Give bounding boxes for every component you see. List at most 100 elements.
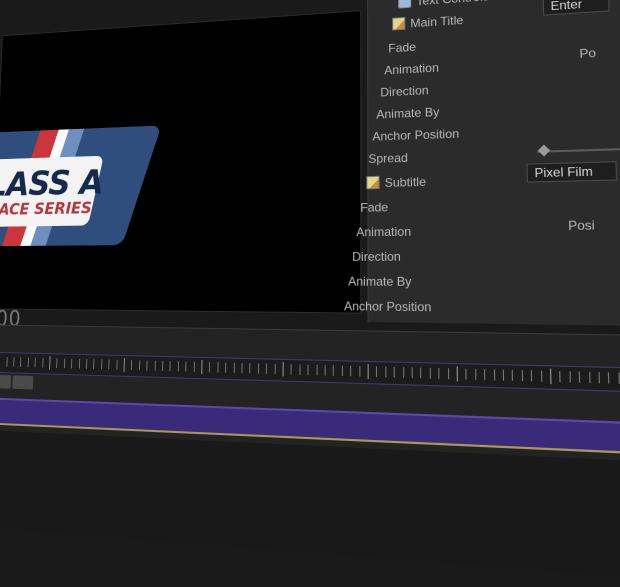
ruler-tick xyxy=(28,358,29,368)
ruler-tick xyxy=(503,370,504,381)
param-animation-sub: Animation xyxy=(356,224,411,239)
edit-icon xyxy=(366,176,379,189)
ruler-tick xyxy=(147,361,148,371)
ruler-tick xyxy=(20,357,21,367)
ruler-tick xyxy=(154,361,155,371)
ruler-tick xyxy=(550,369,551,385)
ruler-tick xyxy=(308,365,309,375)
ruler-tick xyxy=(531,370,532,381)
ruler-tick xyxy=(350,366,351,377)
ruler-tick xyxy=(274,364,275,374)
ruler-tick xyxy=(342,366,343,377)
ruler-tick xyxy=(201,360,202,374)
ruler-tick xyxy=(291,364,292,374)
ruler-tick xyxy=(569,371,570,382)
ruler-tick xyxy=(35,358,36,368)
ruler-tick xyxy=(579,372,580,383)
ruler-tick xyxy=(299,364,300,374)
param-fade: Fade xyxy=(388,40,416,56)
subtitle-row[interactable]: Subtitle xyxy=(366,175,426,191)
ruler-tick xyxy=(193,362,194,372)
ruler-tick xyxy=(71,359,72,369)
ruler-tick xyxy=(475,369,476,380)
ruler-tick xyxy=(108,360,109,370)
main-title-input[interactable]: Enter xyxy=(543,0,610,16)
ruler-tick xyxy=(42,358,43,368)
ruler-tick xyxy=(49,356,50,370)
ruler-tick xyxy=(217,362,218,372)
checkbox-icon[interactable] xyxy=(398,0,411,9)
spread-slider-handle[interactable] xyxy=(538,145,551,157)
text-controls-row[interactable]: Text Controls xyxy=(398,0,489,10)
clip[interactable] xyxy=(12,375,33,389)
ruler-tick xyxy=(233,363,234,373)
sub-animation-value[interactable]: Posi xyxy=(568,218,595,233)
clip[interactable] xyxy=(0,375,11,389)
ruler-tick xyxy=(522,370,523,381)
ruler-tick xyxy=(6,357,7,367)
ruler-tick xyxy=(250,363,251,373)
ruler-tick xyxy=(283,362,284,376)
ruler-tick xyxy=(466,369,467,380)
param-fade-sub: Fade xyxy=(360,200,388,215)
ruler-tick xyxy=(512,370,513,381)
param-anchor-position-sub: Anchor Position xyxy=(344,299,431,314)
inspector-panel: Text Controls Main Title Enter Fade Anim… xyxy=(367,0,620,327)
subtitle-input[interactable]: Pixel Film xyxy=(527,161,618,182)
ruler-tick xyxy=(403,367,404,378)
ruler-tick xyxy=(560,371,561,382)
ruler-tick xyxy=(493,369,494,380)
ruler-tick xyxy=(178,361,179,371)
preview-viewer[interactable]: LASS A ACE SERIES xyxy=(0,10,361,313)
ruler-tick xyxy=(589,372,590,383)
ruler-tick xyxy=(540,371,541,382)
subtitle-label: Subtitle xyxy=(385,175,426,190)
edit-icon xyxy=(392,17,405,31)
ruler-tick xyxy=(333,365,334,376)
ruler-tick xyxy=(241,363,242,373)
ruler-tick xyxy=(64,358,65,368)
ruler-tick xyxy=(86,359,87,369)
ruler-tick xyxy=(13,357,14,367)
ruler-tick xyxy=(385,367,386,378)
ruler-tick xyxy=(438,368,439,379)
param-animate-by-sub: Animate By xyxy=(348,274,411,289)
ruler-tick xyxy=(598,372,599,383)
ruler-tick xyxy=(185,362,186,372)
ruler-tick xyxy=(618,373,620,384)
ruler-tick xyxy=(448,368,449,379)
ruler-tick xyxy=(457,366,458,381)
ruler-tick xyxy=(79,359,80,369)
ruler-tick xyxy=(484,369,485,380)
app-window: LASS A ACE SERIES :0.00 Text Controls Ma… xyxy=(0,0,620,574)
ruler-tick xyxy=(162,361,163,371)
ruler-tick xyxy=(101,359,102,369)
ruler-tick xyxy=(266,364,267,374)
ruler-tick xyxy=(430,368,431,379)
ruler-tick xyxy=(124,358,125,372)
ruler-tick xyxy=(608,372,610,383)
ruler-tick xyxy=(209,362,210,372)
param-direction-sub: Direction xyxy=(352,249,401,264)
ruler-tick xyxy=(131,360,132,370)
ruler-tick xyxy=(57,358,58,368)
timeline-panel[interactable]: dios xyxy=(0,324,620,587)
ruler-tick xyxy=(376,366,377,377)
main-title-row[interactable]: Main Title xyxy=(392,13,463,32)
ruler-tick xyxy=(225,363,226,373)
ruler-tick xyxy=(258,363,259,373)
ruler-tick xyxy=(139,360,140,370)
ruler-tick xyxy=(116,360,117,370)
timeline-lower-area xyxy=(0,429,620,587)
ruler-tick xyxy=(316,365,317,375)
ruler-tick xyxy=(93,359,94,369)
animation-value[interactable]: Po xyxy=(579,46,596,61)
ruler-tick xyxy=(325,365,326,375)
param-animation: Animation xyxy=(384,61,439,78)
ruler-tick xyxy=(170,361,171,371)
main-title-label: Main Title xyxy=(410,13,463,30)
param-anchor-position: Anchor Position xyxy=(372,126,459,143)
ruler-tick xyxy=(412,367,413,378)
ruler-tick xyxy=(368,364,369,379)
subtitle-text: ACE SERIES xyxy=(0,199,118,220)
